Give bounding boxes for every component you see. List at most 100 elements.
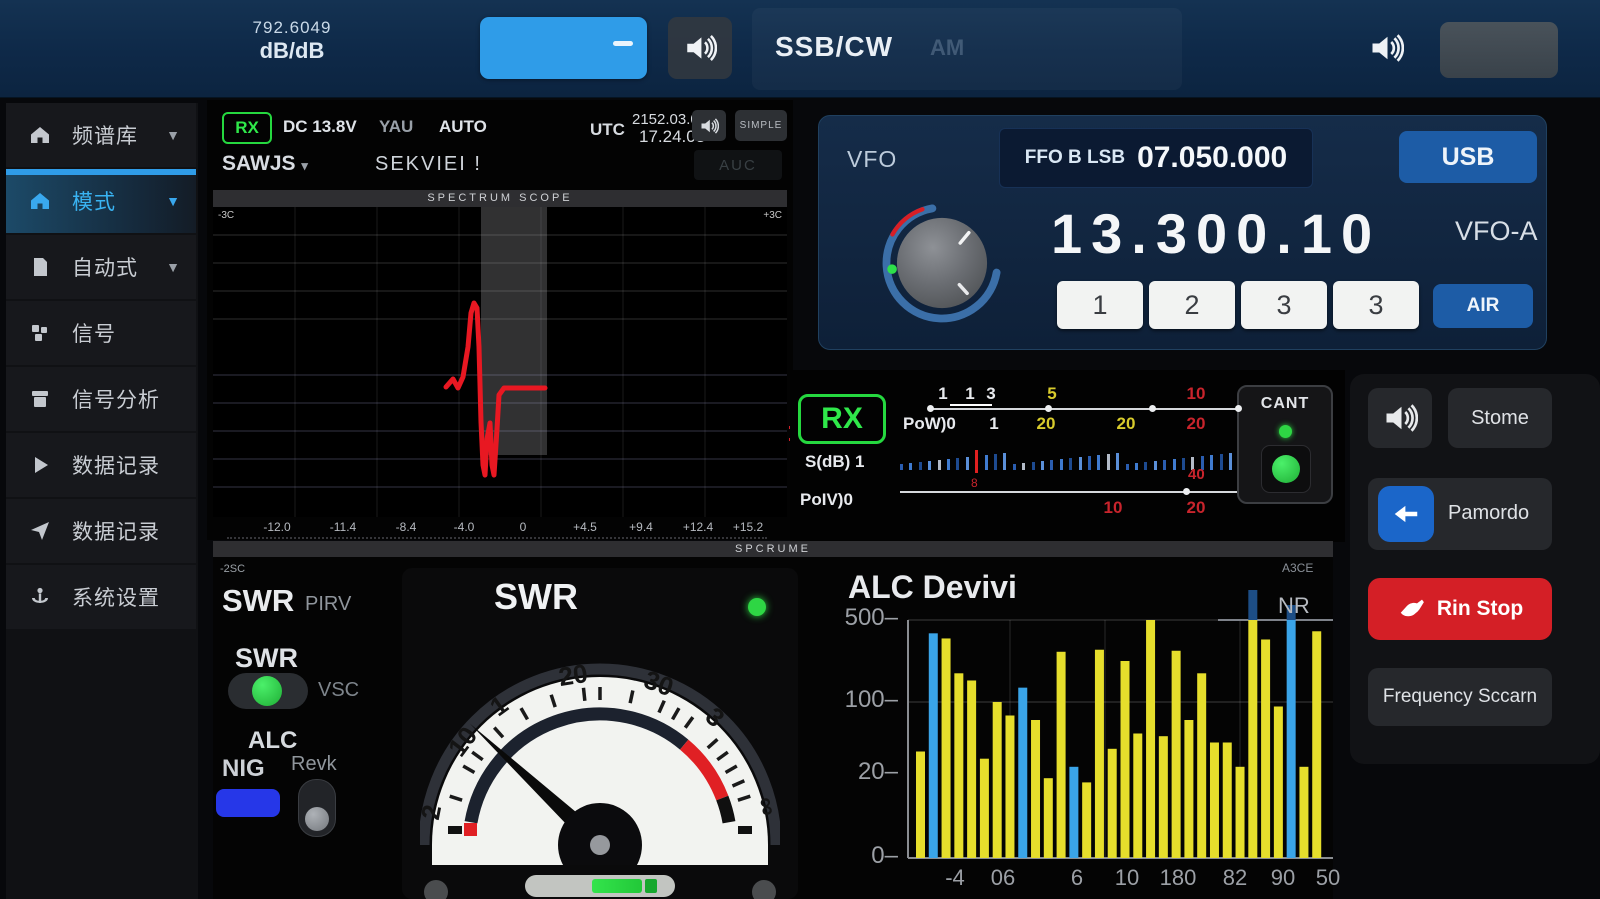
memory-key-4[interactable]: 3 [1333, 281, 1419, 329]
scope-x-tick: -8.4 [396, 520, 417, 534]
scope-x-tick: +9.4 [629, 520, 653, 534]
mode-label-secondary: AM [930, 35, 964, 61]
volume-button[interactable] [1356, 20, 1416, 76]
scope-frequency-axis: -12.0-11.4-8.4-4.00+4.5+9.4+12.4+15.2 [213, 517, 787, 537]
swr-toggle[interactable] [228, 673, 308, 709]
tuning-knob[interactable] [877, 198, 1007, 328]
sidebar-item-1[interactable]: 频谱库▼ [6, 103, 196, 167]
spectrum-scope[interactable]: -3C +3C [213, 207, 787, 517]
s-db-label: S(dB) 1 [805, 452, 865, 472]
sidebar-item-6[interactable]: 数据记录 [6, 433, 196, 497]
alc-x-tick: -4 [945, 865, 965, 890]
signal-tick [1210, 455, 1213, 470]
signal-readout: 792.6049 dB/dB [212, 18, 372, 63]
sidebar-nav: 频谱库▼模式▼自动式▼信号信号分析数据记录数据记录系统设置 [6, 103, 198, 899]
speaker-icon [699, 116, 719, 136]
horn-icon [1397, 594, 1427, 624]
sidebar-item-label: 信号分析 [72, 384, 196, 414]
smeter-scale-number: 20 [1187, 414, 1206, 434]
dim-aux-button[interactable]: AUC [694, 150, 782, 180]
alc-y-tick: 20– [858, 758, 899, 785]
sidebar-item-5[interactable]: 信号分析 [6, 367, 196, 431]
vfo-b-frequency: 07.050.000 [1137, 141, 1287, 175]
smeter-scale-number: 1 [938, 384, 947, 404]
sidebar-item-8[interactable]: 系统设置 [6, 565, 196, 629]
gauge-status-bar [525, 875, 675, 897]
scope-mute-button[interactable] [692, 110, 726, 141]
spectrum-scope-title: SPECTRUM SCOPE [213, 190, 787, 207]
bottom-corner-label: -2SC [220, 563, 245, 575]
audio-monitor-button[interactable] [1368, 388, 1432, 448]
simple-view-button[interactable]: SIMPLE [735, 110, 787, 141]
alc-bar [1133, 734, 1142, 859]
signal-tick [1220, 454, 1223, 470]
memory-key-1[interactable]: 1 [1057, 281, 1143, 329]
sidebar-item-4[interactable]: 信号 [6, 301, 196, 365]
scope-x-tick: 0 [520, 520, 527, 534]
passband-marker [481, 207, 547, 455]
signal-tick [994, 454, 997, 470]
band-dropdown[interactable]: SAWJS ▾ [222, 152, 308, 176]
chevron-down-icon: ▾ [301, 158, 308, 173]
antenna-button[interactable] [1261, 445, 1311, 493]
alc-bar [916, 752, 925, 859]
mute-button[interactable] [668, 17, 732, 79]
home-icon [28, 189, 52, 213]
readout-line2: dB/dB [212, 38, 372, 63]
button-dash-icon [613, 41, 633, 46]
alc-bar [1210, 743, 1219, 859]
memory-key-2[interactable]: 2 [1149, 281, 1235, 329]
auto-label: AUTO [439, 117, 487, 137]
run-stop-button[interactable]: Rin Stop [1368, 578, 1552, 640]
scope-x-tick: -12.0 [263, 520, 290, 534]
signal-tick [947, 459, 950, 470]
sidebar-item-3[interactable]: 自动式▼ [6, 235, 196, 299]
record-button[interactable]: Pamordo [1368, 478, 1552, 550]
alc-bar [1248, 620, 1257, 858]
smeter-scale-number: 10 [1187, 384, 1206, 404]
alc-bar [1287, 620, 1296, 858]
gauge-green-led [748, 598, 766, 616]
cant-label: CANT [1239, 395, 1331, 413]
alc-x-tick: 06 [991, 865, 1015, 890]
sidebar-item-2[interactable]: 模式▼ [6, 169, 196, 233]
memory-key-3[interactable]: 3 [1241, 281, 1327, 329]
air-button[interactable]: AIR [1433, 284, 1533, 328]
rx-status-badge: RX [222, 112, 272, 144]
record-label: Pamordo [1448, 502, 1529, 525]
alc-bar [1031, 720, 1040, 858]
signal-tick [1154, 461, 1157, 470]
alc-label: ALC [248, 727, 297, 755]
pwr-label: PIRV [305, 593, 351, 616]
meter-chart-panel: SPCRUME -2SC SWR PIRV SWR VSC ALC NIG Re… [213, 541, 1333, 899]
sidebar-item-label: 模式 [72, 186, 166, 216]
alc-x-tick: 50 [1316, 865, 1340, 890]
toggle-knob-gray [305, 807, 329, 831]
primary-action-button[interactable] [480, 17, 647, 79]
signal-tick [956, 458, 959, 470]
blank-toolbar-button[interactable] [1440, 22, 1558, 78]
scope-noise-strip [227, 537, 767, 539]
signal-tick [1060, 459, 1063, 470]
sidebar-item-label: 信号 [72, 318, 196, 348]
alc-y-tick: 100– [845, 686, 899, 713]
revk-toggle[interactable] [298, 779, 336, 837]
store-button[interactable]: Stome [1448, 388, 1552, 448]
nig-blue-button[interactable] [216, 789, 280, 817]
knob-green-led [887, 264, 897, 274]
speaker-icon [683, 31, 717, 65]
frequency-scan-button[interactable]: Frequency Sccarn [1368, 668, 1552, 726]
alc-chart-title: ALC Devivi [848, 569, 1017, 606]
signal-tick [1032, 462, 1035, 470]
alc-x-tick: 6 [1071, 865, 1083, 890]
swr-toggle-label: SWR [235, 643, 298, 674]
signal-tick [1107, 454, 1110, 470]
anchor-icon [28, 585, 52, 609]
smeter-scale-dot [1149, 405, 1156, 412]
gauge-title: SWR [494, 576, 578, 618]
sidebar-item-7[interactable]: 数据记录 [6, 499, 196, 563]
scope-x-tick: -11.4 [330, 520, 356, 534]
vfo-a-frequency[interactable]: 13.300.10 [1051, 201, 1381, 266]
alc-bar [929, 633, 938, 858]
usb-mode-button[interactable]: USB [1399, 131, 1537, 183]
